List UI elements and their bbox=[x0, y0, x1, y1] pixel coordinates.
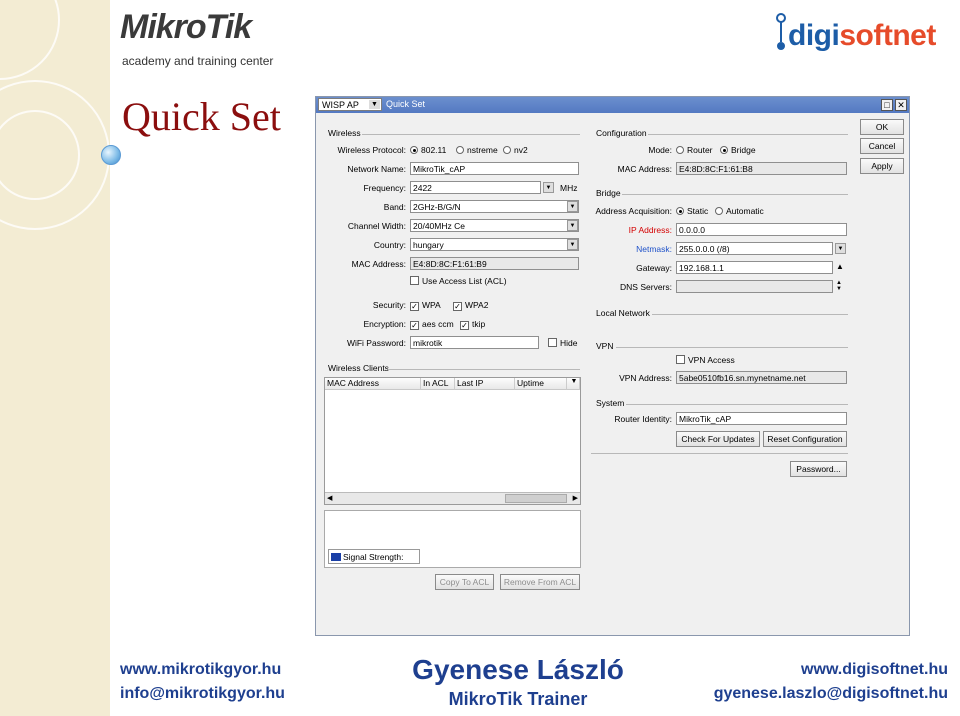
signal-legend: Signal Strength: bbox=[328, 549, 420, 564]
acq-static-radio[interactable]: Static bbox=[676, 206, 708, 216]
vpn-address-field: 5abe0510fb16.sn.mynetname.net bbox=[676, 371, 847, 384]
cancel-button[interactable]: Cancel bbox=[860, 138, 904, 154]
mode-bridge-radio[interactable]: Bridge bbox=[720, 145, 756, 155]
section-wireless: Wireless bbox=[328, 128, 361, 138]
section-wireless-clients: Wireless Clients bbox=[328, 363, 389, 373]
reset-configuration-button[interactable]: Reset Configuration bbox=[763, 431, 847, 447]
netmask-select[interactable]: 255.0.0.0 (/8) bbox=[676, 242, 833, 255]
clients-table[interactable]: MAC Address In ACL Last IP Uptime ▼ ◀ ▶ bbox=[324, 377, 581, 505]
column-mac[interactable]: MAC Address bbox=[325, 378, 421, 390]
password-button[interactable]: Password... bbox=[790, 461, 847, 477]
up-down-icon[interactable]: ▲ ▼ bbox=[836, 280, 842, 292]
section-configuration: Configuration bbox=[596, 128, 647, 138]
chevron-down-icon[interactable]: ▼ bbox=[567, 378, 580, 390]
section-local-network: Local Network bbox=[596, 308, 650, 318]
scroll-left-icon: ◀ bbox=[327, 495, 333, 502]
protocol-nv2-radio[interactable]: nv2 bbox=[503, 145, 528, 155]
router-identity-input[interactable]: MikroTik_cAP bbox=[676, 412, 847, 425]
footer-presenter-name: Gyenese László bbox=[412, 654, 624, 685]
footer-presenter-role: MikroTik Trainer bbox=[448, 689, 588, 709]
copy-to-acl-button[interactable]: Copy To ACL bbox=[435, 574, 494, 590]
chevron-down-icon[interactable]: ▼ bbox=[567, 239, 578, 250]
acq-automatic-radio[interactable]: Automatic bbox=[715, 206, 764, 216]
dns-servers-input[interactable] bbox=[676, 280, 833, 293]
country-select[interactable]: hungary bbox=[410, 238, 579, 251]
ip-address-label: IP Address: bbox=[628, 225, 672, 235]
left-decoration bbox=[0, 0, 110, 716]
band-select[interactable]: 2GHz-B/G/N bbox=[410, 200, 579, 213]
footer-left-url[interactable]: www.mikrotikgyor.hu bbox=[120, 661, 281, 679]
signal-swatch-icon bbox=[331, 553, 341, 561]
config-mac-field: E4:8D:8C:F1:61:B8 bbox=[676, 162, 847, 175]
wpa2-checkbox[interactable]: ✓ WPA2 bbox=[453, 300, 488, 311]
column-in-acl[interactable]: In ACL bbox=[421, 378, 455, 390]
footer-left-email[interactable]: info@mikrotikgyor.hu bbox=[120, 685, 285, 703]
window-titlebar: WISP AP ▼ Quick Set □ ✕ bbox=[316, 97, 909, 113]
section-vpn: VPN bbox=[596, 341, 614, 351]
close-icon[interactable]: ✕ bbox=[895, 99, 907, 111]
scroll-right-icon: ▶ bbox=[572, 495, 578, 502]
mode-router-radio[interactable]: Router bbox=[676, 145, 713, 155]
digisoftnet-logo: digisoftnet bbox=[770, 12, 950, 62]
chevron-down-icon: ▼ bbox=[369, 100, 380, 109]
protocol-80211-radio[interactable]: 802.11 bbox=[410, 145, 446, 155]
column-last-ip[interactable]: Last IP bbox=[455, 378, 515, 390]
maximize-icon[interactable]: □ bbox=[881, 99, 893, 111]
page-title: Quick Set bbox=[122, 94, 281, 139]
apply-button[interactable]: Apply bbox=[860, 158, 904, 174]
mikrotik-logo: MikroTik academy and training center bbox=[120, 8, 274, 68]
column-uptime[interactable]: Uptime bbox=[515, 378, 567, 390]
mode-select[interactable]: WISP AP ▼ bbox=[318, 98, 382, 111]
vpn-access-checkbox[interactable]: VPN Access bbox=[676, 355, 735, 365]
tkip-checkbox[interactable]: ✓ tkip bbox=[460, 319, 485, 330]
section-system: System bbox=[596, 398, 625, 408]
footer-right-email[interactable]: gyenese.laszlo@digisoftnet.hu bbox=[714, 685, 948, 703]
protocol-nstreme-radio[interactable]: nstreme bbox=[456, 145, 498, 155]
ip-address-input[interactable]: 0.0.0.0 bbox=[676, 223, 847, 236]
remove-from-acl-button[interactable]: Remove From ACL bbox=[500, 574, 580, 590]
chevron-down-icon[interactable]: ▼ bbox=[835, 243, 846, 254]
aes-ccm-checkbox[interactable]: ✓ aes ccm bbox=[410, 319, 454, 330]
quickset-window: WISP AP ▼ Quick Set □ ✕ OK Cancel Apply W… bbox=[315, 96, 910, 636]
wireless-mac-field: E4:8D:8C:F1:61:B9 bbox=[410, 257, 579, 270]
footer-right-url[interactable]: www.digisoftnet.hu bbox=[801, 661, 948, 679]
wifi-password-input[interactable]: mikrotik bbox=[410, 336, 539, 349]
chevron-down-icon[interactable]: ▼ bbox=[567, 220, 578, 231]
wpa-checkbox[interactable]: ✓ WPA bbox=[410, 300, 441, 311]
slide: MikroTik academy and training center dig… bbox=[0, 0, 960, 716]
netmask-label: Netmask: bbox=[636, 244, 672, 254]
hide-password-checkbox[interactable]: Hide bbox=[548, 338, 577, 348]
signal-strength-graph: Signal Strength: bbox=[324, 510, 581, 568]
chevron-down-icon[interactable]: ▼ bbox=[543, 182, 554, 193]
ok-button[interactable]: OK bbox=[860, 119, 904, 135]
check-updates-button[interactable]: Check For Updates bbox=[676, 431, 760, 447]
frequency-input[interactable]: 2422 bbox=[410, 181, 541, 194]
horizontal-scrollbar[interactable]: ◀ ▶ bbox=[325, 492, 580, 504]
chevron-down-icon[interactable]: ▼ bbox=[567, 201, 578, 212]
gateway-input[interactable]: 192.168.1.1 bbox=[676, 261, 833, 274]
network-name-input[interactable]: MikroTik_cAP bbox=[410, 162, 579, 175]
section-bridge: Bridge bbox=[596, 188, 621, 198]
window-title: Quick Set bbox=[386, 99, 426, 109]
use-acl-checkbox[interactable]: Use Access List (ACL) bbox=[410, 276, 507, 286]
channel-width-select[interactable]: 20/40MHz Ce bbox=[410, 219, 579, 232]
arrow-up-icon[interactable]: ▲ bbox=[836, 262, 844, 271]
bullet-dot-icon bbox=[101, 145, 121, 165]
